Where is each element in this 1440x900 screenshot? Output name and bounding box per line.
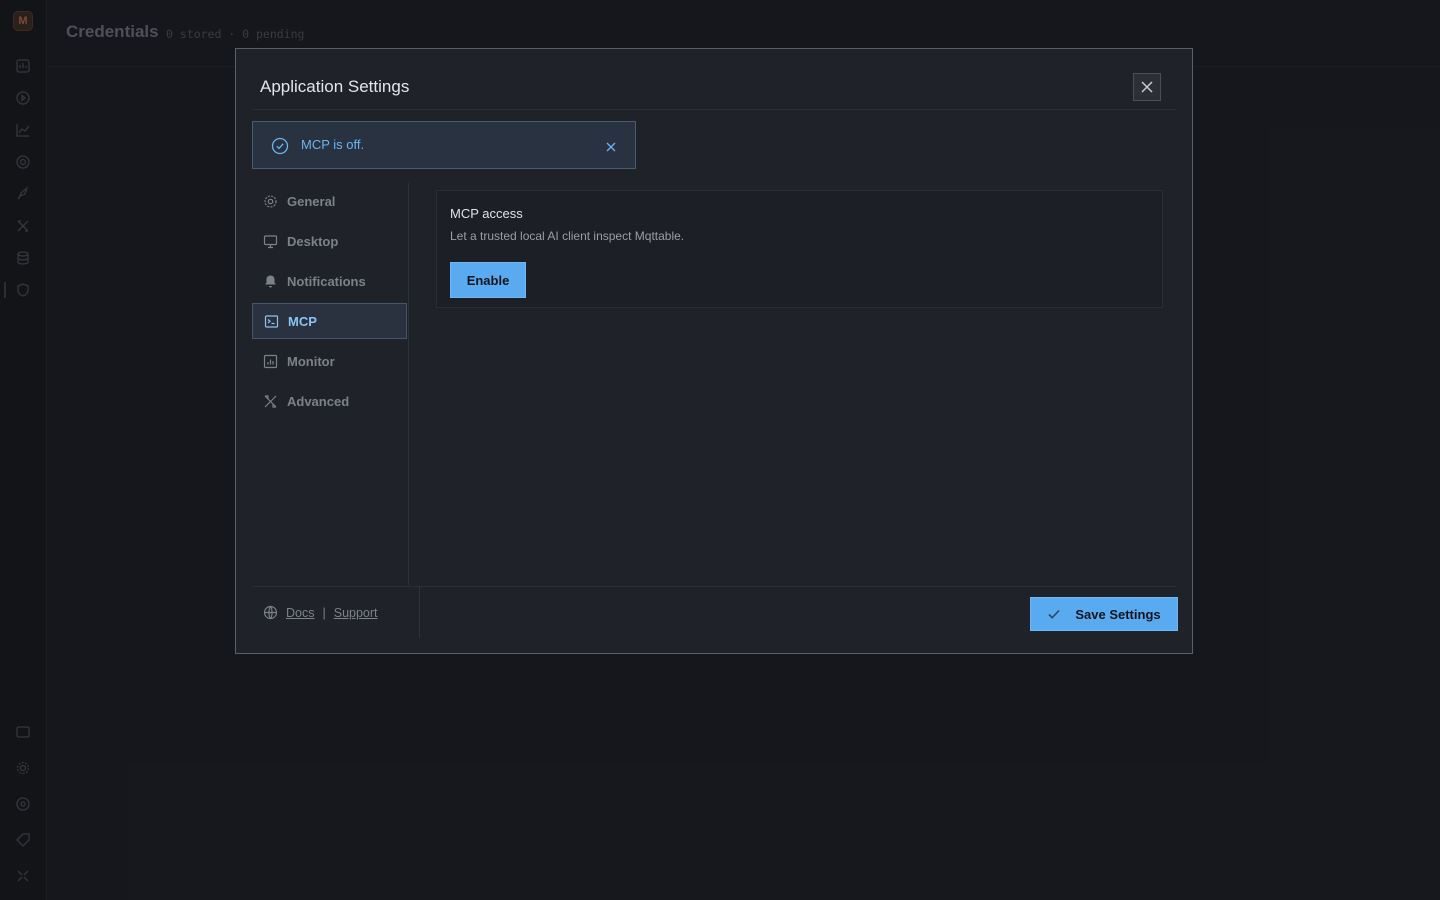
settings-nav: General Desktop Notifications MCP Monito…	[252, 183, 409, 585]
nav-item-advanced[interactable]: Advanced	[252, 383, 407, 419]
nav-item-monitor[interactable]: Monitor	[252, 343, 407, 379]
docs-link[interactable]: Docs	[286, 606, 314, 620]
nav-item-label: MCP	[288, 313, 317, 329]
nav-item-label: Notifications	[287, 273, 366, 289]
nav-item-label: Monitor	[287, 353, 335, 369]
nav-item-general[interactable]: General	[252, 183, 407, 219]
help-links: Docs | Support	[263, 605, 378, 620]
monitor-icon	[263, 234, 278, 249]
enable-button[interactable]: Enable	[450, 262, 526, 298]
mcp-access-card: MCP access Let a trusted local AI client…	[436, 190, 1163, 308]
check-icon	[1048, 609, 1060, 619]
save-settings-button[interactable]: Save Settings	[1030, 597, 1178, 631]
nav-item-label: General	[287, 193, 336, 209]
settings-modal: Application Settings MCP is off. General…	[235, 48, 1193, 654]
nav-item-label: Desktop	[287, 233, 339, 249]
status-toast: MCP is off.	[252, 121, 636, 169]
nav-item-desktop[interactable]: Desktop	[252, 223, 407, 259]
tools-icon	[263, 394, 278, 409]
gear-icon	[263, 194, 278, 209]
modal-title: Application Settings	[260, 77, 410, 96]
toast-close-icon[interactable]	[605, 141, 617, 153]
chart-icon	[263, 354, 278, 369]
terminal-icon	[264, 314, 279, 329]
mcp-card-title: MCP access	[450, 206, 523, 221]
link-separator: |	[322, 605, 326, 620]
globe-icon	[263, 605, 278, 620]
close-button[interactable]	[1133, 73, 1161, 101]
mcp-card-description: Let a trusted local AI client inspect Mq…	[450, 229, 685, 243]
nav-item-notifications[interactable]: Notifications	[252, 263, 407, 299]
save-settings-label: Save Settings	[1075, 606, 1161, 622]
nav-item-label: Advanced	[287, 393, 350, 409]
check-circle-icon	[271, 137, 289, 155]
bell-icon	[263, 274, 278, 289]
close-icon	[1141, 81, 1153, 93]
footer-divider	[252, 586, 1176, 587]
footer-vertical-divider	[419, 586, 420, 638]
toast-message: MCP is off.	[301, 137, 365, 152]
support-link[interactable]: Support	[334, 606, 378, 620]
nav-item-mcp[interactable]: MCP	[252, 303, 407, 339]
